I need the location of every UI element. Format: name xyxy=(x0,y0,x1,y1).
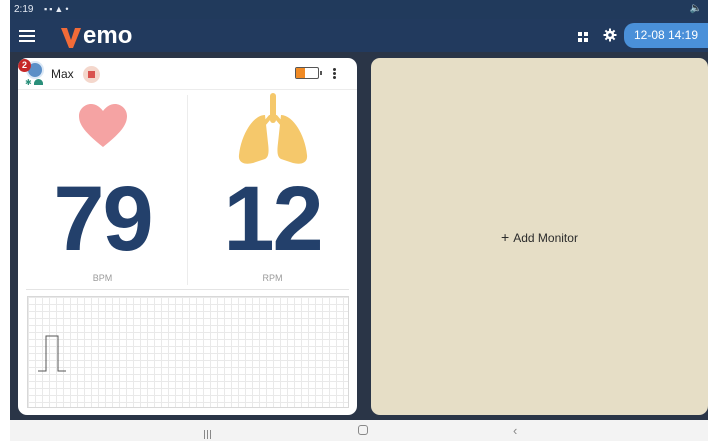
heart-icon xyxy=(78,104,127,147)
notification-badge: 2 xyxy=(18,59,31,72)
mute-icon: 🔈 xyxy=(689,3,702,14)
vitals-panel: 79 BPM 12 RPM xyxy=(18,91,357,287)
waveform-divider xyxy=(26,289,349,290)
menu-button[interactable] xyxy=(18,27,36,43)
battery-icon xyxy=(295,67,322,79)
app-header: emo 12-08 14:19 xyxy=(10,19,708,52)
monitor-workspace: 2 ✱ Max 79 BPM 12 RPM + Add Monitor xyxy=(10,52,708,420)
system-status-bar: 2:19 ▪▪▲• 🔈 xyxy=(10,0,708,19)
system-navigation-bar: ‹ xyxy=(10,420,708,441)
patient-name: Max xyxy=(51,67,74,81)
hamburger-icon xyxy=(19,30,35,32)
battery-level xyxy=(296,68,305,78)
add-monitor-panel[interactable]: + Add Monitor xyxy=(371,58,708,415)
gear-icon xyxy=(603,28,617,42)
logo-v-icon xyxy=(61,28,81,48)
heart-rate-unit: BPM xyxy=(92,273,113,283)
stop-recording-button[interactable] xyxy=(83,66,100,83)
respiration-rate-unit: RPM xyxy=(262,273,283,283)
grid-icon xyxy=(578,32,588,42)
app-logo: emo xyxy=(60,21,132,49)
settings-button[interactable] xyxy=(603,28,617,42)
plus-icon: + xyxy=(501,229,510,245)
back-button[interactable]: ‹ xyxy=(513,423,517,438)
ecg-trace xyxy=(38,335,66,372)
stop-icon xyxy=(88,71,95,78)
layout-grid-button[interactable] xyxy=(577,30,589,42)
dot-icon: • xyxy=(65,4,71,14)
respiration-rate-value: 12 xyxy=(223,168,323,270)
bluetooth-icon: ✱ xyxy=(25,78,32,87)
ecg-waveform-chart xyxy=(27,296,349,408)
logo-text: emo xyxy=(83,22,133,49)
recent-apps-button[interactable] xyxy=(204,426,214,439)
add-monitor-label: + Add Monitor xyxy=(371,229,708,245)
monitor-card-header: 2 ✱ Max xyxy=(18,58,357,90)
heart-rate-vital: 79 BPM xyxy=(18,91,187,287)
lungs-icon xyxy=(238,93,307,164)
add-monitor-text: Add Monitor xyxy=(513,231,578,245)
patient-monitor-card: 2 ✱ Max 79 BPM 12 RPM xyxy=(18,58,357,415)
more-options-button[interactable] xyxy=(331,67,337,81)
home-button[interactable] xyxy=(358,425,368,435)
heart-rate-value: 79 xyxy=(53,168,153,270)
respiration-rate-vital: 12 RPM xyxy=(188,91,357,287)
status-icons: ▪▪▲• xyxy=(44,4,70,14)
wifi-icon xyxy=(34,79,43,85)
alert-icon: ▲ xyxy=(54,4,66,14)
date-time-display[interactable]: 12-08 14:19 xyxy=(624,23,708,48)
status-time: 2:19 xyxy=(14,4,34,15)
